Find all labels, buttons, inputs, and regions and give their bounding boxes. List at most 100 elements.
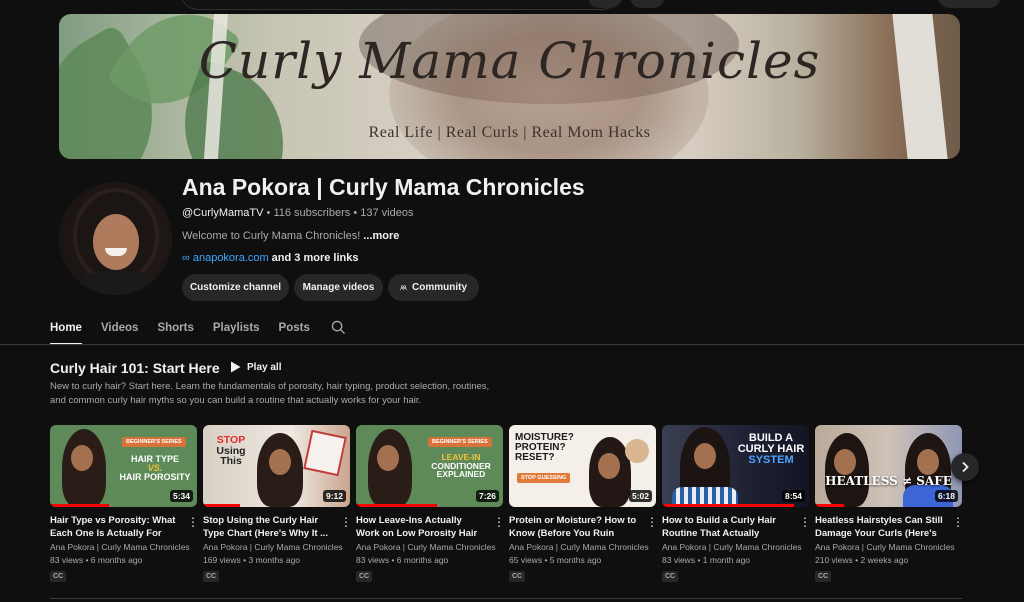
video-card[interactable]: BUILD A CURLY HAIR SYSTEM 8:54 How to Bu…	[662, 425, 811, 583]
thumb-tag: STOP GUESSING	[517, 473, 571, 483]
video-card[interactable]: MOISTURE? PROTEIN? RESET? STOP GUESSING …	[509, 425, 658, 583]
video-thumbnail[interactable]: BUILD A CURLY HAIR SYSTEM 8:54	[662, 425, 809, 507]
watch-progress-bar	[50, 504, 109, 507]
play-all-label: Play all	[247, 361, 282, 373]
video-title[interactable]: Stop Using the Curly Hair Type Chart (He…	[203, 514, 331, 540]
channel-avatar[interactable]	[59, 182, 172, 295]
video-card[interactable]: BEGINNER'S SERIES HAIR TYPE VS. HAIR POR…	[50, 425, 199, 583]
search-box[interactable]	[180, 0, 620, 10]
play-all-button[interactable]: Play all	[228, 360, 281, 374]
playlist-section-description: New to curly hair? Start here. Learn the…	[50, 381, 490, 406]
video-title[interactable]: Protein or Moisture? How to Know (Before…	[509, 514, 637, 540]
video-duration: 9:12	[322, 490, 346, 502]
tab-playlists[interactable]: Playlists	[213, 311, 260, 344]
thumb-tag: BEGINNER'S SERIES	[122, 437, 186, 447]
thumb-decor	[625, 439, 649, 463]
channel-website-link[interactable]: anapokora.com	[193, 252, 269, 264]
video-shelf: BEGINNER'S SERIES HAIR TYPE VS. HAIR POR…	[50, 425, 964, 590]
search-button[interactable]	[588, 0, 622, 8]
watch-progress-bar	[662, 504, 795, 507]
tab-shorts[interactable]: Shorts	[157, 311, 193, 344]
description-more-link[interactable]: ...more	[363, 230, 399, 242]
more-options-icon[interactable]: ⋮	[493, 515, 505, 529]
thumb-text: LEAVE-IN CONDITIONER EXPLAINED	[431, 452, 491, 480]
watch-progress-bar	[356, 504, 437, 507]
more-options-icon[interactable]: ⋮	[952, 515, 964, 529]
video-thumbnail[interactable]: BEGINNER'S SERIES LEAVE-IN CONDITIONER E…	[356, 425, 503, 507]
channel-description[interactable]: Welcome to Curly Mama Chronicles! ...more	[182, 230, 399, 242]
video-title[interactable]: Heatless Hairstyles Can Still Damage You…	[815, 514, 943, 540]
link-icon: ∞	[182, 252, 190, 264]
video-meta: 83 views • 6 months ago	[356, 555, 449, 565]
subscriber-count: 116 subscribers	[273, 207, 351, 219]
video-meta: 65 views • 5 months ago	[509, 555, 602, 565]
thumb-text: HAIR TYPE VS. HAIR POROSITY	[119, 454, 191, 483]
playlist-section-title[interactable]: Curly Hair 101: Start Here	[50, 360, 220, 376]
more-options-icon[interactable]: ⋮	[187, 515, 199, 529]
video-channel-name[interactable]: Ana Pokora | Curly Mama Chronicles	[815, 542, 962, 552]
create-button[interactable]	[938, 0, 1000, 8]
video-meta: 210 views • 2 weeks ago	[815, 555, 909, 565]
play-icon	[231, 361, 241, 373]
more-links-link[interactable]: and 3 more links	[272, 252, 359, 264]
video-count: 137 videos	[360, 207, 414, 219]
video-meta: 169 views • 3 months ago	[203, 555, 301, 565]
video-channel-name[interactable]: Ana Pokora | Curly Mama Chronicles	[203, 542, 350, 552]
cc-badge: CC	[662, 571, 679, 582]
channel-meta: @CurlyMamaTV • 116 subscribers • 137 vid…	[182, 207, 414, 219]
banner-tagline: Real Life | Real Curls | Real Mom Hacks	[368, 124, 651, 141]
tab-home[interactable]: Home	[50, 311, 82, 345]
more-options-icon[interactable]: ⋮	[340, 515, 352, 529]
thumb-text: STOP Using This	[216, 434, 246, 468]
video-title[interactable]: Hair Type vs Porosity: What Each One Is …	[50, 514, 178, 540]
more-options-icon[interactable]: ⋮	[799, 515, 811, 529]
video-channel-name[interactable]: Ana Pokora | Curly Mama Chronicles	[509, 542, 656, 552]
people-icon	[400, 284, 407, 290]
video-channel-name[interactable]: Ana Pokora | Curly Mama Chronicles	[50, 542, 197, 552]
video-card[interactable]: BEGINNER'S SERIES LEAVE-IN CONDITIONER E…	[356, 425, 505, 583]
tab-videos[interactable]: Videos	[101, 311, 139, 344]
video-duration: 5:02	[628, 490, 652, 502]
channel-banner: Curly Mama Chronicles Real Life | Real C…	[59, 14, 960, 159]
video-meta: 83 views • 6 months ago	[50, 555, 143, 565]
community-button[interactable]: Community	[388, 274, 479, 301]
cc-badge: CC	[203, 571, 220, 582]
channel-name: Ana Pokora | Curly Mama Chronicles	[182, 174, 585, 200]
video-channel-name[interactable]: Ana Pokora | Curly Mama Chronicles	[356, 542, 503, 552]
manage-videos-button[interactable]: Manage videos	[294, 274, 383, 301]
banner-title: Curly Mama Chronicles	[198, 32, 821, 90]
voice-search-button[interactable]	[630, 0, 664, 8]
more-options-icon[interactable]: ⋮	[646, 515, 658, 529]
tab-posts[interactable]: Posts	[279, 311, 310, 344]
video-thumbnail[interactable]: MOISTURE? PROTEIN? RESET? STOP GUESSING …	[509, 425, 656, 507]
video-channel-name[interactable]: Ana Pokora | Curly Mama Chronicles	[662, 542, 809, 552]
section-divider	[50, 598, 962, 599]
video-title[interactable]: How to Build a Curly Hair Routine That A…	[662, 514, 790, 540]
video-duration: 8:54	[781, 490, 805, 502]
video-card[interactable]: HEATLESS ≠ SAFE 6:18 Heatless Hairstyles…	[815, 425, 964, 583]
video-duration: 6:18	[934, 490, 958, 502]
video-title[interactable]: How Leave-Ins Actually Work on Low Poros…	[356, 514, 484, 540]
hair-chart-graphic	[303, 429, 347, 477]
tabs-divider	[0, 344, 1024, 345]
watch-progress-bar	[815, 504, 845, 507]
video-card[interactable]: STOP Using This 9:12 Stop Using the Curl…	[203, 425, 352, 583]
video-thumbnail[interactable]: HEATLESS ≠ SAFE 6:18	[815, 425, 962, 507]
cc-badge: CC	[50, 571, 67, 582]
customize-channel-button[interactable]: Customize channel	[182, 274, 289, 301]
cc-badge: CC	[815, 571, 832, 582]
video-meta: 83 views • 1 month ago	[662, 555, 751, 565]
video-thumbnail[interactable]: BEGINNER'S SERIES HAIR TYPE VS. HAIR POR…	[50, 425, 197, 507]
video-duration: 7:26	[475, 490, 499, 502]
top-bar-edge	[0, 0, 1024, 10]
chevron-right-icon	[962, 461, 969, 473]
channel-description-text: Welcome to Curly Mama Chronicles!	[182, 230, 361, 242]
video-duration: 5:34	[169, 490, 193, 502]
thumb-text: HEATLESS ≠ SAFE	[825, 474, 952, 488]
video-thumbnail[interactable]: STOP Using This 9:12	[203, 425, 350, 507]
thumb-text: MOISTURE? PROTEIN? RESET?	[515, 432, 574, 464]
channel-search-icon[interactable]	[331, 320, 347, 336]
shelf-next-button[interactable]	[951, 453, 979, 481]
channel-links: ∞ anapokora.com and 3 more links	[182, 252, 358, 264]
cc-badge: CC	[356, 571, 373, 582]
